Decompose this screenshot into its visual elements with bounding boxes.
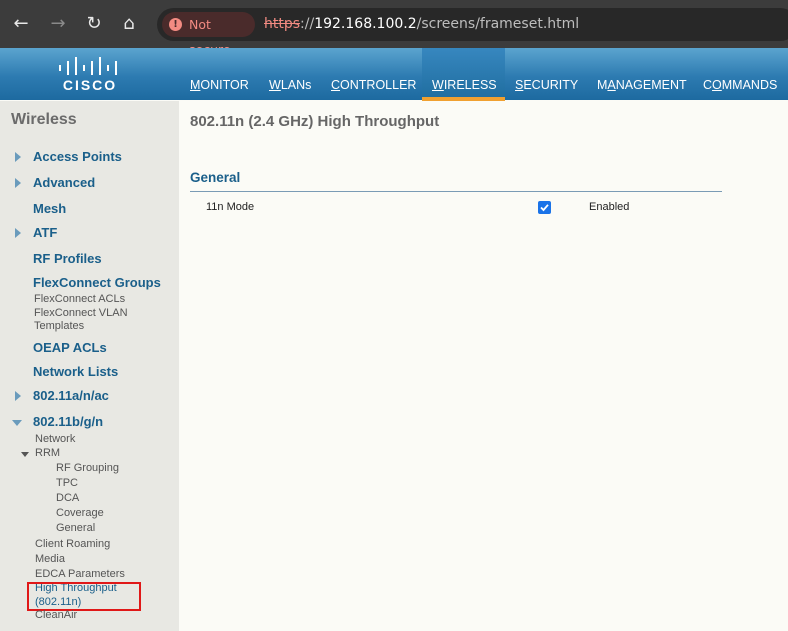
sidebar-item-atf[interactable]: ATF [33,225,57,240]
sidebar-item-advanced[interactable]: Advanced [33,175,95,190]
sidebar-item-mesh[interactable]: Mesh [33,201,66,216]
reload-icon[interactable]: ↻ [83,12,105,36]
home-icon[interactable]: ⌂ [118,12,140,36]
menu-management[interactable]: MANAGEMENT [597,78,687,92]
url-path: /screens/frameset.html [416,16,580,32]
url-scheme: https [264,16,301,32]
cisco-logo: CISCO [57,56,123,96]
menu-security[interactable]: SECURITY [515,78,578,92]
menu-controller-label: ONTROLLER [340,78,417,92]
sidebar-item-flexconnect-acls[interactable]: FlexConnect ACLs [34,293,125,306]
expand-arrow-icon[interactable] [15,391,21,401]
expand-arrow-icon[interactable] [15,178,21,188]
warning-icon: ! [169,18,182,31]
11n-mode-checkbox[interactable] [538,201,551,214]
page-title: 802.11n (2.4 GHz) High Throughput [190,113,440,130]
sidebar-item-rf-grouping[interactable]: RF Grouping [56,462,119,475]
sidebar-item-access-points[interactable]: Access Points [33,149,122,164]
sidebar-item-rf-profiles[interactable]: RF Profiles [33,251,102,266]
browser-toolbar: ← → ↻ ⌂ ! Not secure https://192.168.100… [0,0,788,57]
menu-wlans-label: LANs [280,78,312,92]
sidebar-item-tpc[interactable]: TPC [56,477,78,490]
menu-commands[interactable]: COMMANDS [703,78,777,92]
url-separator: :// [300,16,315,32]
sidebar-item-80211anac[interactable]: 802.11a/n/ac [33,388,109,403]
menu-commands-label: MMANDS [721,78,778,92]
sidebar-item-network[interactable]: Network [35,433,75,446]
sidebar-item-media[interactable]: Media [35,553,65,566]
menu-wlans[interactable]: WLANs [269,78,311,92]
field-label-11n-mode: 11n Mode [206,201,255,213]
menu-management-prefix: M [597,78,608,92]
sidebar-item-oeap-acls[interactable]: OEAP ACLs [33,340,107,355]
menu-wireless[interactable]: WIRELESS [432,78,497,92]
menu-monitor-hotkey: M [190,78,201,92]
expand-arrow-icon[interactable] [15,228,21,238]
menu-commands-prefix: C [703,78,713,92]
sidebar-title: Wireless [11,111,77,128]
sidebar-item-coverage[interactable]: Coverage [56,507,104,520]
sidebar-item-network-lists[interactable]: Network Lists [33,364,118,379]
cisco-logo-text: CISCO [62,77,118,93]
sidebar-item-rrm[interactable]: RRM [35,447,60,460]
cisco-header: CISCO [0,48,788,100]
collapse-arrow-icon[interactable] [21,452,29,457]
back-icon[interactable]: ← [10,12,32,36]
sidebar-item-cleanair[interactable]: CleanAir [35,609,77,622]
sidebar-item-dca[interactable]: DCA [56,492,79,505]
cisco-bars-icon [59,57,117,75]
selection-highlight-box [27,582,141,611]
checkmark-icon [540,204,549,212]
menu-controller-hotkey: C [331,78,341,92]
url-text[interactable]: https://192.168.100.2/screens/frameset.h… [264,8,579,41]
expand-arrow-icon[interactable] [15,152,21,162]
menu-wireless-label: IRELESS [443,78,497,92]
sidebar: Wireless Access Points Advanced Mesh ATF… [0,101,179,631]
url-host: 192.168.100.2 [314,16,417,32]
menu-monitor-label: ONITOR [200,78,249,92]
address-bar[interactable]: ! Not secure https://192.168.100.2/scree… [157,8,788,57]
security-indicator[interactable]: ! Not secure [162,12,255,57]
section-divider [190,191,722,192]
menu-management-hotkey: A [607,78,616,92]
menu-controller[interactable]: CONTROLLER [331,78,416,92]
menu-monitor[interactable]: MONITOR [190,78,249,92]
sidebar-item-80211bgn[interactable]: 802.11b/g/n [33,414,103,429]
menu-wireless-hotkey: W [432,78,444,92]
section-title: General [190,170,241,185]
sidebar-item-edca-parameters[interactable]: EDCA Parameters [35,568,125,581]
menu-security-label: ECURITY [523,78,579,92]
menu-commands-hotkey: O [712,78,722,92]
sidebar-item-general[interactable]: General [56,522,95,535]
sidebar-item-client-roaming[interactable]: Client Roaming [35,538,110,551]
active-tab-highlight [422,48,505,100]
sidebar-item-flexconnect-groups[interactable]: FlexConnect Groups [33,275,161,290]
forward-icon[interactable]: → [47,12,69,36]
field-label-enabled: Enabled [589,201,630,213]
menu-wlans-hotkey: W [269,78,281,92]
menu-management-label: NAGEMENT [615,78,687,92]
sidebar-item-flexconnect-vlan-cont[interactable]: Templates [34,320,84,333]
sidebar-item-flexconnect-vlan[interactable]: FlexConnect VLAN [34,307,128,320]
collapse-arrow-icon[interactable] [12,420,22,426]
active-tab-underline [422,97,505,101]
